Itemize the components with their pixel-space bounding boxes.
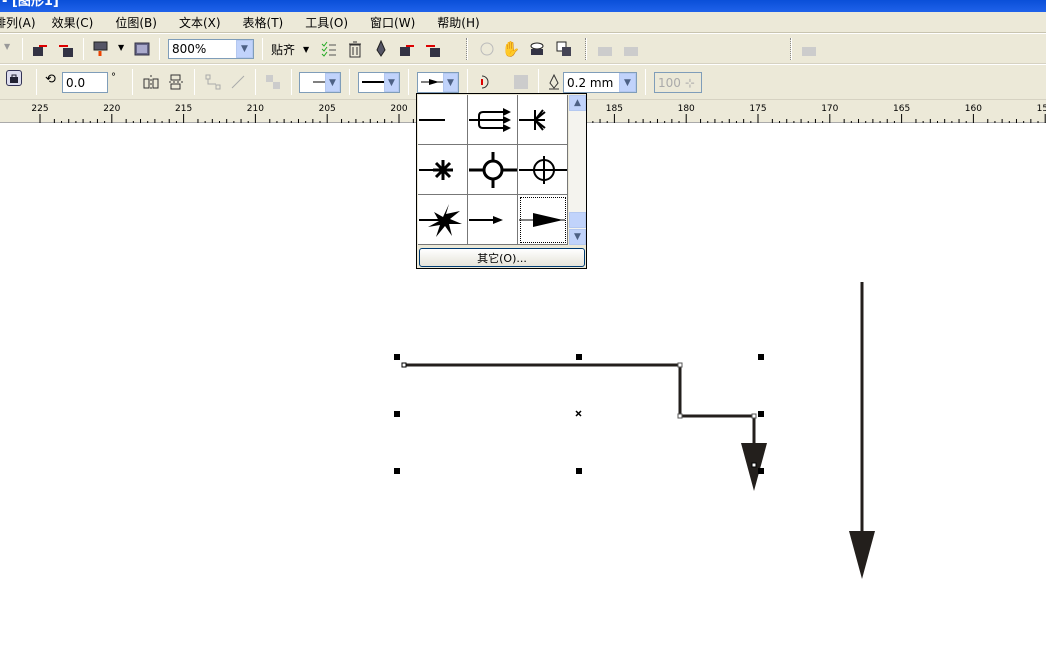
- trash-icon[interactable]: [346, 40, 364, 58]
- title-bar: - [图形1]: [0, 0, 1046, 12]
- ruler-label: 155: [1036, 104, 1046, 114]
- snap-to-button[interactable]: 贴齐 ▼: [271, 41, 309, 58]
- launcher-icon[interactable]: [92, 40, 110, 58]
- arrowhead-option-starburst[interactable]: [418, 145, 468, 195]
- ruler-label: 175: [749, 104, 767, 114]
- percent-value: 100: [658, 75, 681, 90]
- arrowhead-picker-popup: ▲ ▼ 其它(O)...: [416, 93, 587, 269]
- arrange-order-icon[interactable]: [555, 40, 573, 58]
- menu-help[interactable]: 帮助(H): [437, 14, 487, 31]
- disabled-tool-icon: [512, 73, 530, 91]
- end-arrowhead-combo[interactable]: ▼: [417, 72, 459, 93]
- export-icon[interactable]: [424, 40, 442, 58]
- welcome-screen-icon[interactable]: [133, 40, 151, 58]
- start-arrowhead-combo[interactable]: ▼: [299, 72, 341, 93]
- outline-width-combo[interactable]: 0.2 mm ▼: [563, 72, 637, 93]
- ruler-label: 225: [31, 104, 49, 114]
- ruler-label: 160: [964, 104, 982, 114]
- dropdown-arrow-icon[interactable]: ▼: [4, 42, 10, 51]
- node-handle: [677, 413, 683, 419]
- chevron-down-icon[interactable]: ▼: [384, 73, 399, 92]
- chevron-down-icon[interactable]: ▼: [443, 73, 458, 92]
- export-icon[interactable]: [57, 40, 75, 58]
- menu-arrange[interactable]: 排列(A): [0, 14, 36, 31]
- chevron-down-icon[interactable]: ▼: [236, 40, 253, 58]
- degree-label: °: [111, 72, 116, 83]
- other-arrowheads-button[interactable]: 其它(O)...: [419, 248, 585, 267]
- ruler-label: 220: [103, 104, 121, 114]
- menu-bar: 排列(A) 效果(C) 位图(B) 文本(X) 表格(T) 工具(O) 窗口(W…: [0, 12, 1046, 33]
- line-style-combo[interactable]: ▼: [358, 72, 400, 93]
- chevron-down-icon[interactable]: ▼: [325, 73, 340, 92]
- arrowhead-option-circle-bar[interactable]: [468, 145, 518, 195]
- hand-pan-icon[interactable]: ✋: [502, 40, 521, 58]
- mirror-vertical-icon[interactable]: [168, 73, 186, 91]
- menu-table[interactable]: 表格(T): [243, 14, 292, 31]
- scroll-thumb[interactable]: [569, 212, 586, 228]
- rotate-icon: ⟲: [45, 72, 56, 87]
- line-connector-icon: [229, 73, 247, 91]
- percent-input: 100 ⊹: [654, 72, 702, 93]
- center-x-marker: [575, 410, 582, 417]
- arrowhead-scrollbar[interactable]: ▲ ▼: [569, 95, 586, 245]
- node-handle: [401, 362, 407, 368]
- node-handle: [677, 362, 683, 368]
- window-title: - [图形1]: [2, 0, 59, 9]
- menu-tools[interactable]: 工具(O): [305, 14, 356, 31]
- standard-toolbar: ▼ ▼ 800% ▼ 贴齐 ▼ ✋: [0, 34, 1046, 64]
- selected-connector-line[interactable]: [401, 362, 767, 491]
- lock-icon[interactable]: [6, 70, 22, 86]
- outline-width-value: 0.2 mm: [567, 75, 614, 90]
- vertical-arrow-line[interactable]: [849, 282, 875, 579]
- rotation-value: 0.0: [66, 75, 86, 90]
- mirror-horizontal-icon[interactable]: [142, 73, 160, 91]
- layer-icon[interactable]: [528, 40, 546, 58]
- scroll-up-icon[interactable]: ▲: [569, 95, 586, 111]
- ruler-label: 180: [677, 104, 695, 114]
- ruler-label: 215: [175, 104, 193, 114]
- zoom-value: 800%: [172, 42, 207, 56]
- arrowhead-option-small-arrow[interactable]: [468, 195, 518, 245]
- menu-window[interactable]: 窗口(W): [370, 14, 423, 31]
- ruler-label: 205: [318, 104, 336, 114]
- ruler-label: 185: [605, 104, 623, 114]
- arrowhead-option-wedge-arrow[interactable]: [518, 195, 568, 245]
- import-icon[interactable]: [31, 40, 49, 58]
- disabled-tool-icon: [596, 40, 614, 58]
- node-circle-icon[interactable]: [478, 40, 496, 58]
- node-handle: [751, 462, 757, 468]
- menu-text[interactable]: 文本(X): [179, 14, 229, 31]
- zoom-level-combo[interactable]: 800% ▼: [168, 39, 254, 59]
- snap-label: 贴齐: [271, 43, 296, 57]
- close-curve-icon[interactable]: [477, 73, 493, 91]
- menu-bitmap[interactable]: 位图(B): [115, 14, 165, 31]
- scroll-down-icon[interactable]: ▼: [569, 229, 586, 245]
- arrowhead-grid: [418, 95, 568, 245]
- ruler-label: 165: [893, 104, 911, 114]
- arrowhead-option-plain-line[interactable]: [418, 95, 468, 145]
- arrowhead-option-burst-small[interactable]: [518, 95, 568, 145]
- chevron-down-icon[interactable]: ▼: [619, 73, 636, 92]
- outline-pen-icon: [547, 73, 561, 91]
- node-handle: [751, 413, 757, 419]
- launcher-dropdown-icon[interactable]: ▼: [118, 43, 124, 52]
- menu-effects[interactable]: 效果(C): [52, 14, 102, 31]
- connector-icon: [204, 73, 222, 91]
- ruler-label: 210: [246, 104, 264, 114]
- pen-icon[interactable]: [372, 40, 390, 58]
- disabled-tool-icon: [800, 40, 818, 58]
- ruler-label: 200: [390, 104, 408, 114]
- ruler-label: 170: [821, 104, 839, 114]
- arrowhead-option-crosshair-circle[interactable]: [518, 145, 568, 195]
- options-checklist-icon[interactable]: [320, 40, 338, 58]
- disabled-tool-icon: [622, 40, 640, 58]
- arrowhead-option-explosion[interactable]: [418, 195, 468, 245]
- convert-icon: [264, 73, 282, 91]
- rotation-angle-input[interactable]: 0.0: [62, 72, 108, 93]
- import-icon[interactable]: [398, 40, 416, 58]
- arrowhead-option-trident-arrow[interactable]: [468, 95, 518, 145]
